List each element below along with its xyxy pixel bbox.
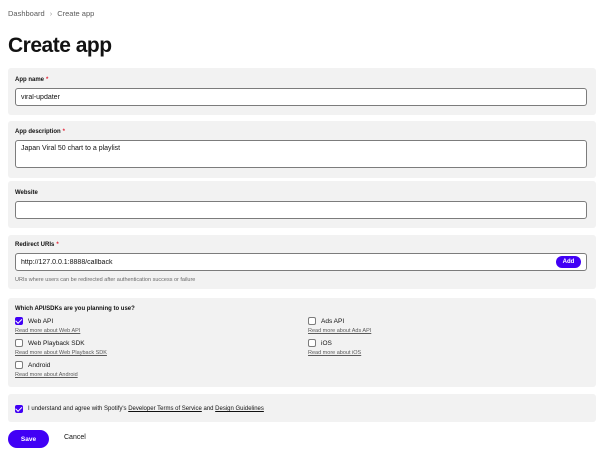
web-api-read-more-link[interactable]: Read more about Web API: [15, 328, 80, 334]
ios-label: iOS: [321, 339, 332, 347]
page-title: Create app: [8, 34, 112, 57]
app-name-label: App name *: [15, 77, 48, 83]
agreement-checkbox[interactable]: [15, 405, 23, 413]
breadcrumb-separator: ›: [49, 9, 53, 18]
api-option-android: Android Read more about Android: [15, 361, 78, 378]
agreement-checkbox-label[interactable]: I understand and agree with Spotify's De…: [15, 405, 264, 413]
app-name-section: App name *: [8, 68, 596, 115]
redirect-uri-input-wrapper: Add: [15, 253, 587, 271]
website-input[interactable]: [15, 201, 587, 219]
web-playback-sdk-checkbox-label[interactable]: Web Playback SDK: [15, 339, 107, 347]
android-checkbox[interactable]: [15, 361, 23, 369]
ios-checkbox[interactable]: [308, 339, 316, 347]
ios-read-more-link[interactable]: Read more about iOS: [308, 350, 361, 356]
save-button[interactable]: Save: [8, 430, 49, 448]
redirect-uris-helper-text: URIs where users can be redirected after…: [15, 277, 196, 283]
web-api-checkbox[interactable]: [15, 317, 23, 325]
app-description-label-text: App description: [15, 129, 61, 135]
breadcrumb-dashboard-link[interactable]: Dashboard: [8, 9, 45, 18]
web-playback-sdk-checkbox[interactable]: [15, 339, 23, 347]
android-read-more-link[interactable]: Read more about Android: [15, 372, 78, 378]
app-name-input[interactable]: [15, 88, 587, 106]
breadcrumb-current: Create app: [57, 9, 95, 18]
app-description-label: App description *: [15, 129, 65, 135]
web-api-checkbox-label[interactable]: Web API: [15, 317, 80, 325]
developer-terms-link[interactable]: Developer Terms of Service: [128, 406, 202, 412]
required-marker: *: [46, 77, 49, 83]
agreement-section: I understand and agree with Spotify's De…: [8, 394, 596, 422]
required-marker: *: [62, 129, 66, 135]
website-section: Website: [8, 181, 596, 228]
web-playback-sdk-label: Web Playback SDK: [28, 339, 85, 347]
required-marker: *: [56, 242, 59, 248]
web-playback-sdk-read-more-link[interactable]: Read more about Web Playback SDK: [15, 350, 107, 356]
add-redirect-uri-button[interactable]: Add: [556, 256, 581, 268]
web-api-label: Web API: [28, 317, 54, 325]
ads-api-checkbox[interactable]: [308, 317, 316, 325]
app-description-textarea[interactable]: Japan Viral 50 chart to a playlist: [15, 140, 587, 168]
api-option-web-playback-sdk: Web Playback SDK Read more about Web Pla…: [15, 339, 107, 356]
agreement-conjunction-text: and: [203, 406, 214, 412]
android-checkbox-label[interactable]: Android: [15, 361, 78, 369]
ads-api-read-more-link[interactable]: Read more about Ads API: [308, 328, 371, 334]
design-guidelines-link[interactable]: Design Guidelines: [215, 406, 264, 412]
api-sdks-section: Which API/SDKs are you planning to use? …: [8, 298, 596, 387]
agreement-text: I understand and agree with Spotify's De…: [28, 406, 264, 412]
api-option-ads-api: Ads API Read more about Ads API: [308, 317, 371, 334]
api-option-ios: iOS Read more about iOS: [308, 339, 361, 356]
ios-checkbox-label[interactable]: iOS: [308, 339, 361, 347]
ads-api-label: Ads API: [321, 317, 345, 325]
breadcrumb: Dashboard › Create app: [8, 9, 94, 18]
website-label: Website: [15, 190, 38, 196]
redirect-uri-input[interactable]: [15, 253, 587, 271]
android-label: Android: [28, 361, 51, 369]
cancel-button[interactable]: Cancel: [64, 434, 86, 441]
redirect-uris-label: Redirect URIs *: [15, 242, 59, 248]
ads-api-checkbox-label[interactable]: Ads API: [308, 317, 371, 325]
app-name-label-text: App name: [15, 77, 45, 83]
api-option-web-api: Web API Read more about Web API: [15, 317, 80, 334]
app-description-section: App description * Japan Viral 50 chart to…: [8, 121, 596, 178]
api-sdks-question: Which API/SDKs are you planning to use?: [15, 306, 135, 312]
redirect-uris-label-text: Redirect URIs: [15, 242, 55, 248]
agreement-prefix-text: I understand and agree with Spotify's: [28, 406, 127, 412]
redirect-uris-section: Redirect URIs* Add URIs where users can …: [8, 235, 596, 289]
